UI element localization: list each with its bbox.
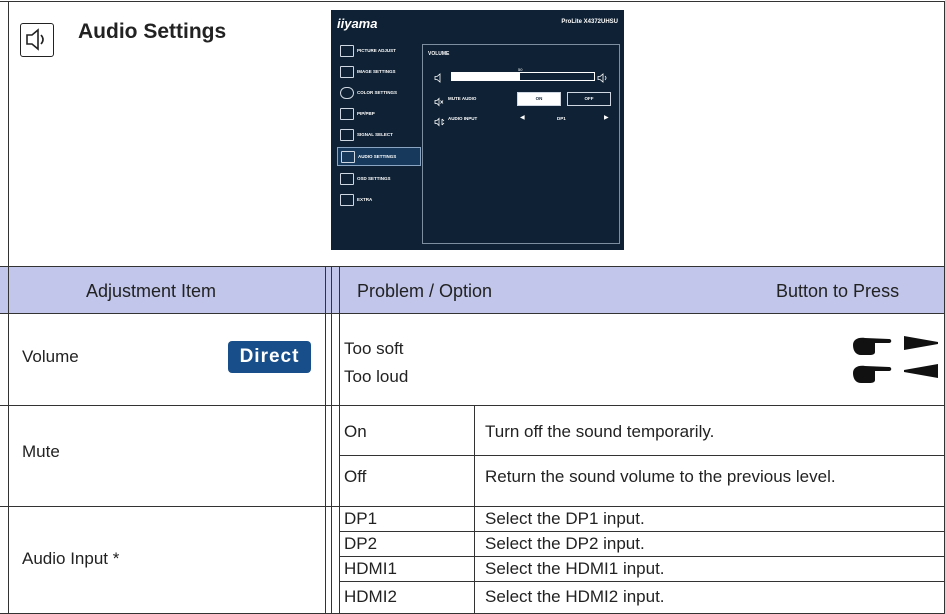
speaker-high-icon — [597, 70, 609, 83]
arrow-left-icon: ◀ — [520, 115, 525, 121]
volume-label: Volume — [22, 347, 79, 366]
hand-pointer-icon — [851, 362, 895, 389]
osd-menu-label: SIGNAL SELECT — [357, 132, 393, 137]
sun-icon — [340, 45, 354, 57]
sliders-icon — [340, 194, 354, 206]
osd-menu-label: OSD SETTINGS — [357, 176, 391, 181]
header-adjustment-item: Adjustment Item — [86, 281, 217, 301]
mute-desc: Turn off the sound temporarily. — [485, 422, 715, 441]
audio-input-option: HDMI2 — [344, 587, 397, 606]
audio-input-option: HDMI1 — [344, 559, 397, 578]
header-button-to-press: Button to Press — [776, 281, 900, 301]
osd-volume-fill — [452, 73, 521, 80]
audio-input-desc: Select the HDMI1 input. — [485, 559, 665, 578]
direct-badge: Direct — [228, 341, 311, 373]
osd-icon — [340, 173, 354, 185]
header-problem-option: Problem / Option — [357, 281, 493, 301]
osd-screenshot: iiyama ProLite X4372UHSU PICTURE ADJUST … — [331, 10, 624, 250]
osd-mute-off: OFF — [567, 92, 611, 106]
osd-input-label: AUDIO INPUT — [448, 116, 478, 121]
image-icon — [340, 66, 354, 78]
volume-too-soft: Too soft — [344, 339, 404, 358]
section-title: Audio Settings — [78, 20, 227, 43]
mute-icon — [434, 94, 444, 107]
arrow-right-icon: ▶ — [604, 115, 609, 121]
mute-option: On — [344, 422, 367, 441]
speaker-icon — [341, 151, 355, 163]
osd-menu-picture-adjust: PICTURE ADJUST — [337, 42, 419, 59]
audio-input-desc: Select the DP2 input. — [485, 534, 645, 553]
osd-menu-osd-settings: OSD SETTINGS — [337, 170, 419, 187]
osd-menu-label: AUDIO SETTINGS — [358, 154, 397, 159]
pip-icon — [340, 108, 354, 120]
minus-button-icon — [904, 364, 938, 383]
osd-menu-label: COLOR SETTINGS — [357, 90, 398, 95]
audio-input-desc: Select the DP1 input. — [485, 509, 645, 528]
osd-input-value: DP1 — [557, 116, 566, 121]
osd-volume-bar — [451, 72, 595, 81]
audio-input-label: Audio Input * — [22, 549, 120, 568]
audio-input-desc: Select the HDMI2 input. — [485, 587, 665, 606]
mute-desc: Return the sound volume to the previous … — [485, 467, 836, 486]
osd-model: ProLite X4372UHSU — [561, 19, 618, 25]
osd-menu-color-settings: COLOR SETTINGS — [337, 84, 419, 101]
osd-menu-label: EXTRA — [357, 197, 373, 202]
osd-menu-audio-settings: AUDIO SETTINGS — [337, 147, 421, 166]
osd-menu-pip-pbp: PIP/PBP — [337, 105, 419, 122]
audio-input-icon — [434, 114, 446, 127]
osd-menu-label: IMAGE SETTINGS — [357, 69, 396, 74]
osd-mute-on: ON — [517, 92, 561, 106]
mute-label: Mute — [22, 442, 60, 461]
osd-menu-label: PICTURE ADJUST — [357, 48, 396, 53]
osd-panel-title: VOLUME — [428, 51, 450, 57]
osd-mute-label: MUTE AUDIO — [448, 96, 477, 101]
color-icon — [340, 87, 354, 99]
osd-volume-value: 50 — [518, 67, 523, 72]
osd-menu-signal-select: SIGNAL SELECT — [337, 126, 419, 143]
speaker-icon — [20, 23, 54, 57]
plus-button-icon — [904, 336, 938, 355]
osd-menu-extra: EXTRA — [337, 191, 419, 208]
input-icon — [340, 129, 354, 141]
speaker-low-icon — [434, 70, 444, 83]
osd-brand: iiyama — [337, 16, 378, 31]
osd-menu-label: PIP/PBP — [357, 111, 375, 116]
mute-option: Off — [344, 467, 367, 486]
volume-too-loud: Too loud — [344, 367, 409, 386]
osd-menu-image-settings: IMAGE SETTINGS — [337, 63, 419, 80]
hand-pointer-icon — [851, 334, 895, 361]
audio-input-option: DP2 — [344, 534, 378, 553]
audio-input-option: DP1 — [344, 509, 378, 528]
